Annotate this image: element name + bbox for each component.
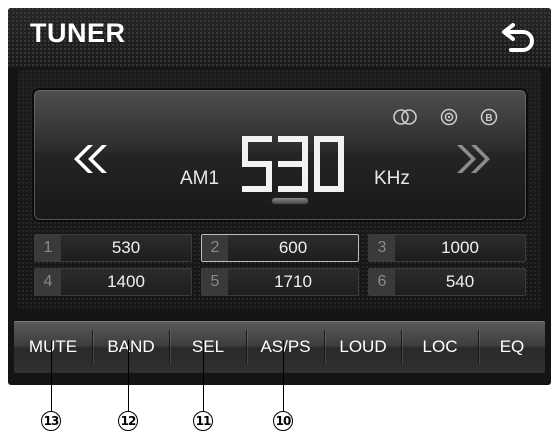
tuner-screen: TUNER B AM1 KHz 1 530 2 600 3 1000 4 140…	[8, 8, 551, 385]
preset-button-3[interactable]: 3 1000	[368, 234, 526, 262]
preset-button-2[interactable]: 2 600	[201, 234, 359, 262]
frequency-display: B AM1 KHz	[34, 90, 526, 220]
preset-button-6[interactable]: 6 540	[368, 268, 526, 296]
frequency-digit-segment	[278, 186, 308, 192]
preset-button-4[interactable]: 4 1400	[34, 268, 192, 296]
seek-forward-icon[interactable]	[452, 142, 500, 176]
seek-back-icon[interactable]	[64, 142, 112, 176]
callout-leader-11	[203, 340, 204, 411]
preset-frequency: 1000	[441, 238, 479, 257]
preset-frequency: 530	[111, 238, 141, 257]
callout-leader-10	[283, 340, 284, 411]
preset-number: 6	[369, 269, 395, 295]
preset-frequency: 600	[278, 238, 308, 257]
callout-13: 13	[41, 411, 61, 431]
function-toolbar: MUTE BAND SEL AS/PS LOUD LOC EQ	[14, 321, 545, 373]
page-title: TUNER	[30, 18, 126, 48]
preset-number: 4	[35, 269, 61, 295]
frequency-digit-segment	[314, 164, 320, 192]
frequency-digit-segment	[314, 136, 320, 164]
callout-leader-12	[128, 340, 129, 411]
header-bar: TUNER	[8, 8, 551, 68]
tune-indicator	[272, 198, 308, 204]
preset-frequency: 1400	[107, 272, 145, 291]
frequency-digit-segment	[338, 136, 344, 164]
frequency-digit-segment	[242, 186, 272, 192]
tuner-panel: B AM1 KHz 1 530 2 600 3 1000 4 1400 5 17…	[18, 70, 541, 310]
preset-number: 1	[35, 235, 61, 261]
frequency-readout	[242, 136, 344, 192]
frequency-digit-segment	[314, 136, 344, 142]
mute-button[interactable]: MUTE	[14, 321, 92, 373]
b-circle-icon: B	[480, 108, 498, 126]
preset-button-1[interactable]: 1 530	[34, 234, 192, 262]
loc-button[interactable]: LOC	[402, 321, 478, 373]
preset-number: 5	[202, 269, 228, 295]
as-ps-button[interactable]: AS/PS	[247, 321, 324, 373]
svg-text:B: B	[485, 113, 492, 124]
preset-frequency: 1710	[274, 272, 312, 291]
loud-button[interactable]: LOUD	[325, 321, 401, 373]
frequency-digit-segment	[278, 136, 308, 142]
radio-icon	[440, 108, 458, 126]
sel-button[interactable]: SEL	[170, 321, 246, 373]
frequency-digit-segment	[242, 136, 248, 164]
band-button[interactable]: BAND	[93, 321, 169, 373]
callout-12: 12	[118, 411, 138, 431]
frequency-digit-segment	[302, 136, 308, 164]
callout-leader-13	[51, 340, 52, 411]
callout-10: 10	[273, 411, 293, 431]
preset-frequency: 540	[445, 272, 475, 291]
band-label: AM1	[180, 168, 220, 189]
preset-number: 2	[202, 235, 228, 261]
preset-number: 3	[369, 235, 395, 261]
callout-11: 11	[193, 411, 213, 431]
stereo-icon	[393, 109, 417, 125]
unit-label: KHz	[374, 168, 410, 189]
frequency-digit-segment	[242, 136, 272, 142]
preset-button-5[interactable]: 5 1710	[201, 268, 359, 296]
eq-button[interactable]: EQ	[479, 321, 545, 373]
back-arrow-icon[interactable]	[501, 20, 537, 54]
